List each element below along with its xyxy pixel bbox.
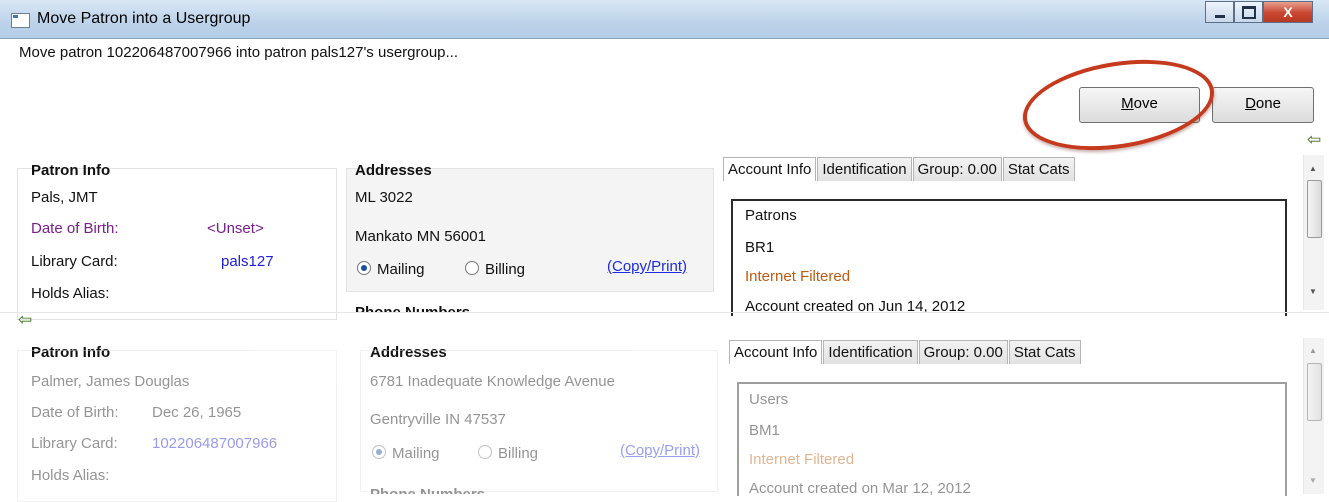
top-mailing-label: Mailing [377, 261, 425, 278]
top-address-line2: Mankato MN 56001 [355, 228, 486, 245]
bottom-dob-value: Dec 26, 1965 [152, 404, 242, 421]
bottom-mailing-label: Mailing [392, 445, 440, 462]
bottom-mailing-radio[interactable]: Mailing [372, 445, 440, 462]
top-copy-print-link[interactable]: (Copy/Print) [607, 258, 687, 275]
scroll-down-icon[interactable]: ▼ [1309, 287, 1317, 296]
arrow-left-icon[interactable]: ⇦ [1307, 130, 1321, 150]
done-accesskey: D [1245, 95, 1256, 112]
top-dob-value: <Unset> [207, 220, 264, 237]
top-address-line1: ML 3022 [355, 189, 413, 206]
top-account-box: Patrons BR1 Internet Filtered Account cr… [731, 199, 1287, 316]
bottom-tab-identification[interactable]: Identification [823, 340, 918, 364]
bottom-mailing-radio-button[interactable] [372, 445, 386, 459]
scroll-up-icon[interactable]: ▲ [1309, 346, 1317, 355]
top-patron-name: Pals, JMT [31, 189, 98, 206]
top-phone-clip: Phone Numbers [346, 292, 712, 312]
top-mailing-radio[interactable]: Mailing [357, 261, 425, 278]
app-icon [11, 13, 30, 28]
window-titlebar: Move Patron into a Usergroup X [0, 0, 1329, 39]
top-tab-account-info[interactable]: Account Info [723, 157, 817, 181]
bottom-card-value[interactable]: 102206487007966 [152, 435, 277, 452]
top-tab-stat-cats[interactable]: Stat Cats [1002, 157, 1075, 181]
bottom-account-profile: Users [749, 391, 789, 408]
maximize-icon[interactable] [1234, 1, 1263, 23]
top-scroll-thumb[interactable] [1307, 180, 1322, 238]
bottom-scrollbar[interactable]: ▲ ▼ [1303, 338, 1324, 494]
bottom-patron-name: Palmer, James Douglas [31, 373, 190, 390]
minimize-icon[interactable] [1205, 1, 1234, 23]
done-label: one [1255, 95, 1281, 112]
top-account-home-lib: BR1 [745, 239, 775, 256]
top-tab-group[interactable]: Group: 0.00 [912, 157, 1002, 181]
top-dob-label: Date of Birth: [31, 220, 119, 237]
bottom-account-box: Users BM1 Internet Filtered Account crea… [737, 382, 1287, 496]
bottom-billing-radio[interactable]: Billing [478, 445, 538, 462]
bottom-tab-group[interactable]: Group: 0.00 [918, 340, 1008, 364]
bottom-billing-label: Billing [498, 445, 539, 462]
bottom-address-line1: 6781 Inadequate Knowledge Avenue [370, 373, 615, 390]
bottom-scroll-thumb[interactable] [1307, 363, 1322, 421]
top-account-profile: Patrons [745, 207, 797, 224]
top-billing-radio-button[interactable] [465, 261, 479, 275]
move-message: Move patron 102206487007966 into patron … [19, 44, 459, 61]
bottom-address-line2: Gentryville IN 47537 [370, 411, 506, 428]
window-controls: X [1205, 1, 1313, 23]
top-patron-info-title: Patron Info [31, 162, 111, 179]
top-billing-label: Billing [485, 261, 526, 278]
top-holds-label: Holds Alias: [31, 285, 110, 302]
bottom-tab-account-info[interactable]: Account Info [729, 340, 823, 364]
bottom-card-label: Library Card: [31, 435, 118, 452]
top-account-tabs: Account Info Identification Group: 0.00 … [723, 157, 1076, 181]
top-billing-radio[interactable]: Billing [465, 261, 525, 278]
bottom-tab-stat-cats[interactable]: Stat Cats [1008, 340, 1081, 364]
done-button[interactable]: Done [1212, 87, 1314, 123]
bottom-holds-label: Holds Alias: [31, 467, 110, 484]
bottom-phone-title: Phone Numbers [370, 486, 485, 494]
top-account-filter: Internet Filtered [745, 268, 851, 285]
move-highlight-ring [1016, 47, 1221, 163]
top-tab-identification[interactable]: Identification [817, 157, 912, 181]
bottom-account-home-lib: BM1 [749, 422, 780, 439]
pane-divider[interactable] [0, 312, 1329, 313]
window-title: Move Patron into a Usergroup [37, 10, 251, 27]
scroll-down-icon[interactable]: ▼ [1309, 476, 1317, 485]
arrow-left-icon[interactable]: ⇦ [18, 310, 32, 330]
bottom-phone-clip: Phone Numbers [360, 482, 716, 494]
top-mailing-radio-button[interactable] [357, 261, 371, 275]
close-icon[interactable]: X [1263, 1, 1313, 23]
bottom-account-filter: Internet Filtered [749, 451, 855, 468]
bottom-copy-print-link[interactable]: (Copy/Print) [620, 442, 700, 459]
top-phone-title: Phone Numbers [355, 304, 470, 312]
top-scrollbar[interactable]: ▲ ▼ [1303, 155, 1324, 310]
bottom-account-tabs: Account Info Identification Group: 0.00 … [729, 340, 1082, 364]
bottom-billing-radio-button[interactable] [478, 445, 492, 459]
bottom-dob-label: Date of Birth: [31, 404, 119, 421]
top-card-value[interactable]: pals127 [221, 253, 274, 270]
top-addresses-title: Addresses [355, 162, 432, 179]
scroll-up-icon[interactable]: ▲ [1309, 164, 1317, 173]
top-card-label: Library Card: [31, 253, 118, 270]
